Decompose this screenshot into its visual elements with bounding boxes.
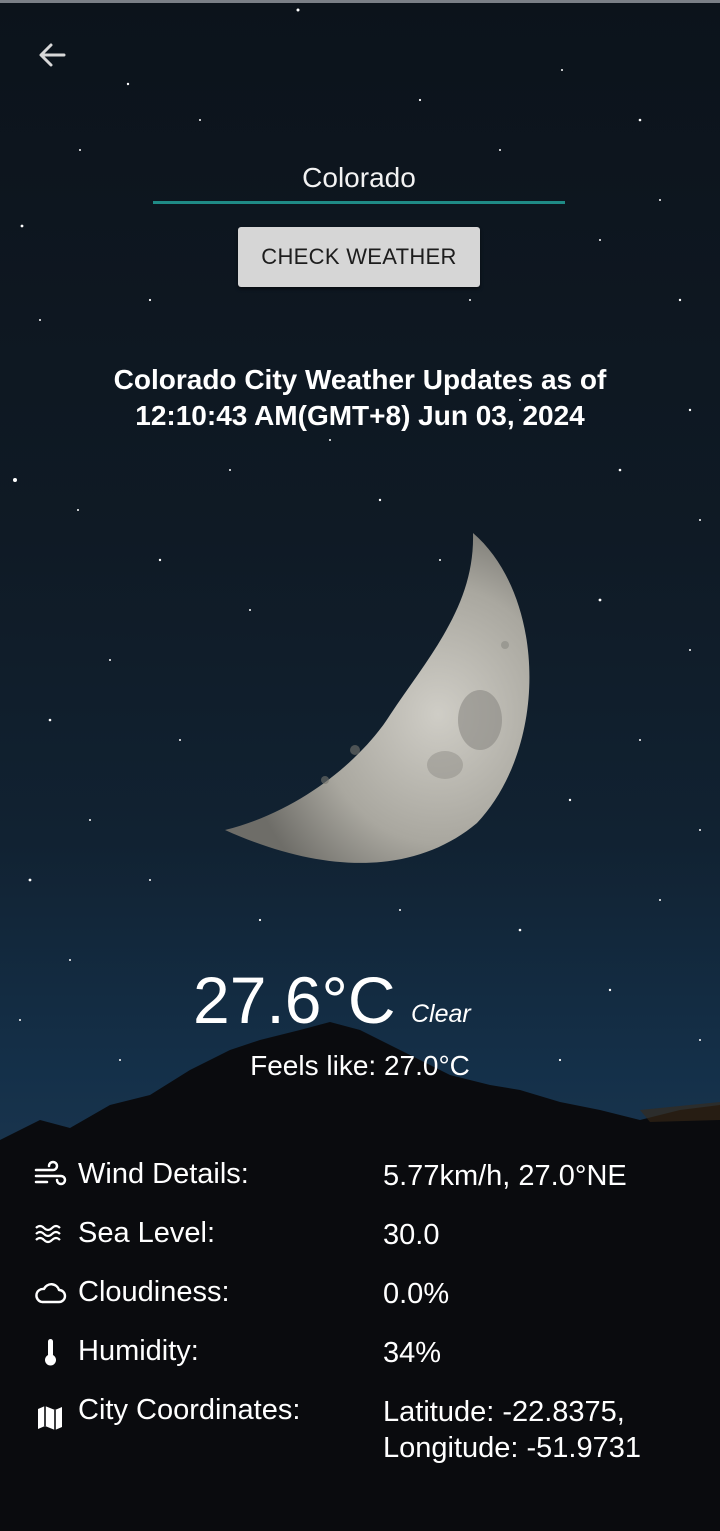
arrow-left-icon [39, 43, 66, 67]
moon-image [225, 533, 530, 863]
detail-label: Cloudiness: [78, 1276, 230, 1308]
cloud-icon [35, 1283, 67, 1304]
waves-icon [35, 1224, 61, 1244]
thermometer-icon [45, 1339, 56, 1366]
detail-value: 30.0 [383, 1219, 440, 1251]
temperature-value: 27.6°C [193, 963, 396, 1037]
detail-label: Sea Level: [78, 1217, 216, 1249]
detail-label: City Coordinates: [78, 1394, 301, 1426]
detail-value: 5.77km/h, 27.0°NE [383, 1160, 627, 1192]
check-weather-button[interactable]: CHECK WEATHER [238, 227, 480, 287]
detail-label: Humidity: [78, 1335, 199, 1367]
detail-label: Wind Details: [78, 1158, 249, 1190]
back-button[interactable] [30, 36, 74, 74]
weather-condition: Clear [411, 1000, 471, 1028]
city-search-input[interactable] [153, 155, 565, 204]
wind-icon [34, 1160, 67, 1186]
weather-updates-heading: Colorado City Weather Updates as of 12:1… [113, 364, 607, 431]
longitude-text: Longitude: -51.9731 [383, 1432, 641, 1464]
detail-value: 34% [383, 1337, 442, 1369]
detail-value-coordinates: Latitude: -22.8375, Longitude: -51.9731 [383, 1394, 641, 1466]
latitude-text: Latitude: -22.8375, [383, 1396, 625, 1428]
feels-like-text: Feels like: 27.0°C [250, 1050, 470, 1081]
detail-value: 0.0% [383, 1278, 450, 1310]
map-icon [38, 1406, 62, 1430]
